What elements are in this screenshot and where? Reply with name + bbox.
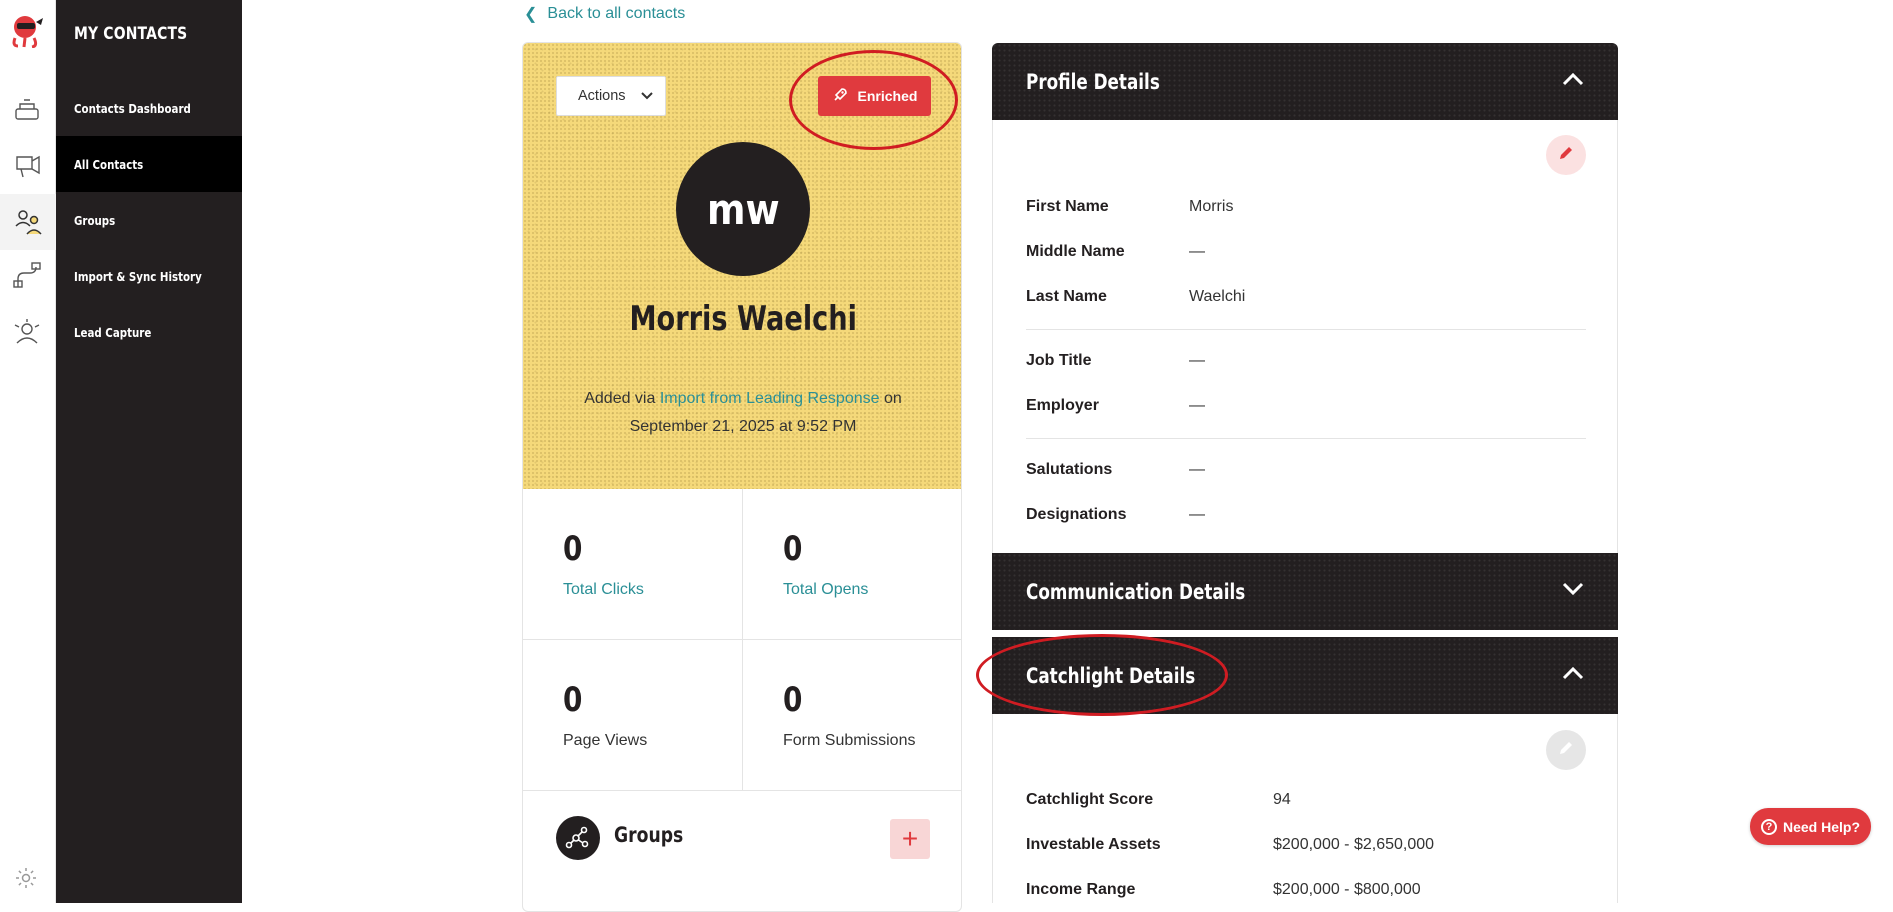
field-label: Investable Assets bbox=[1026, 836, 1161, 853]
stat-value: 0 bbox=[563, 680, 583, 720]
stat-label[interactable]: Total Clicks bbox=[563, 581, 644, 599]
panel-title: Profile Details bbox=[1026, 69, 1160, 94]
stat-total-opens: 0 Total Opens bbox=[743, 489, 961, 640]
contact-card: Actions Enriched mw Morris Waelchi Added… bbox=[522, 42, 962, 912]
added-date: September 21, 2025 at 9:52 PM bbox=[629, 418, 857, 435]
communication-details-header[interactable]: Communication Details bbox=[992, 553, 1618, 630]
groups-network-icon bbox=[556, 816, 600, 860]
field-label: Middle Name bbox=[1026, 243, 1125, 260]
megaphone-icon[interactable] bbox=[9, 148, 45, 184]
contact-name: Morris Waelchi bbox=[523, 299, 961, 339]
enriched-badge-button[interactable]: Enriched bbox=[818, 76, 931, 116]
chevron-up-icon bbox=[1562, 666, 1584, 685]
groups-title: Groups bbox=[614, 823, 699, 847]
field-label: Designations bbox=[1026, 506, 1127, 523]
contact-name-text: Morris Waelchi bbox=[629, 299, 857, 339]
back-to-contacts-link[interactable]: ❮ Back to all contacts bbox=[524, 4, 685, 24]
contacts-sidebar: MY CONTACTS Contacts Dashboard All Conta… bbox=[56, 0, 242, 903]
field-value: 94 bbox=[1273, 791, 1291, 808]
profile-details-header[interactable]: Profile Details bbox=[992, 43, 1618, 120]
profile-details-body: First Name Morris Middle Name — Last Name W… bbox=[992, 120, 1618, 553]
chevron-up-icon bbox=[1562, 72, 1584, 91]
sidebar-item-contacts-dashboard[interactable]: Contacts Dashboard bbox=[56, 80, 242, 136]
panel-title: Catchlight Details bbox=[1026, 663, 1196, 688]
field-value: — bbox=[1189, 506, 1205, 523]
sidebar-item-groups[interactable]: Groups bbox=[56, 192, 242, 248]
need-help-button[interactable]: ? Need Help? bbox=[1750, 808, 1871, 845]
actions-dropdown[interactable]: Actions bbox=[556, 76, 666, 116]
sidebar-title: MY CONTACTS bbox=[74, 24, 188, 44]
sidebar-item-lead-capture[interactable]: Lead Capture bbox=[56, 304, 242, 360]
icon-rail bbox=[0, 0, 56, 903]
panel-title: Communication Details bbox=[1026, 579, 1246, 604]
enriched-label: Enriched bbox=[857, 88, 918, 104]
sidebar-item-label: Import & Sync History bbox=[74, 268, 202, 284]
field-label: Job Title bbox=[1026, 352, 1092, 369]
add-group-button[interactable]: + bbox=[890, 819, 930, 859]
added-prefix: Added via bbox=[584, 390, 656, 407]
lead-capture-icon[interactable] bbox=[9, 314, 45, 350]
field-label: Catchlight Score bbox=[1026, 791, 1154, 808]
sidebar-item-import-sync-history[interactable]: Import & Sync History bbox=[56, 248, 242, 304]
avatar: mw bbox=[676, 142, 810, 276]
stat-value: 0 bbox=[783, 680, 803, 720]
field-label: Income Range bbox=[1026, 881, 1136, 898]
import-source-link[interactable]: Import from Leading Response bbox=[660, 390, 880, 407]
sidebar-item-all-contacts[interactable]: All Contacts bbox=[56, 136, 242, 192]
added-via-text: Added via Import from Leading Response o… bbox=[563, 385, 923, 441]
chevron-down-icon bbox=[641, 88, 653, 104]
ninja-logo-icon[interactable] bbox=[10, 14, 44, 49]
groups-title-text: Groups bbox=[614, 823, 684, 847]
groups-section: Groups + bbox=[523, 743, 961, 860]
field-value: — bbox=[1189, 397, 1205, 414]
sidebar-item-label: Contacts Dashboard bbox=[74, 100, 191, 116]
edit-catchlight-button[interactable] bbox=[1546, 730, 1586, 770]
edit-profile-button[interactable] bbox=[1546, 135, 1586, 175]
field-value: $200,000 - $800,000 bbox=[1273, 881, 1421, 898]
added-suffix: on bbox=[883, 390, 902, 407]
field-value: Morris bbox=[1189, 198, 1234, 215]
pencil-icon bbox=[1558, 740, 1574, 761]
settings-gear-icon[interactable] bbox=[14, 866, 38, 890]
field-value: — bbox=[1189, 243, 1205, 260]
field-label: Salutations bbox=[1026, 461, 1113, 478]
field-label: Last Name bbox=[1026, 288, 1107, 305]
need-help-label: Need Help? bbox=[1782, 818, 1860, 835]
stat-total-clicks: 0 Total Clicks bbox=[523, 489, 743, 640]
dashboard-icon[interactable] bbox=[9, 92, 45, 128]
divider bbox=[1026, 329, 1586, 330]
stat-value: 0 bbox=[783, 529, 803, 569]
stat-label[interactable]: Total Opens bbox=[783, 581, 868, 599]
divider bbox=[1026, 438, 1586, 439]
rocket-icon bbox=[832, 87, 848, 106]
chevron-left-icon: ❮ bbox=[524, 6, 538, 23]
chevron-down-icon bbox=[1562, 582, 1584, 601]
groups-people-icon[interactable] bbox=[0, 194, 56, 250]
question-icon: ? bbox=[1760, 818, 1777, 835]
sidebar-item-label: Lead Capture bbox=[74, 324, 152, 340]
catchlight-details-body: Catchlight Score 94 Investable Assets $200… bbox=[992, 714, 1618, 903]
sidebar-item-label: All Contacts bbox=[74, 156, 144, 172]
catchlight-details-header[interactable]: Catchlight Details bbox=[992, 637, 1618, 714]
sync-plug-icon[interactable] bbox=[9, 258, 45, 294]
field-value: — bbox=[1189, 352, 1205, 369]
avatar-initials: mw bbox=[706, 184, 780, 234]
sidebar-item-label: Groups bbox=[74, 212, 116, 228]
field-label: First Name bbox=[1026, 198, 1109, 215]
pencil-icon bbox=[1558, 145, 1574, 166]
field-value: — bbox=[1189, 461, 1205, 478]
field-value: Waelchi bbox=[1189, 288, 1246, 305]
field-label: Employer bbox=[1026, 397, 1099, 414]
field-value: $200,000 - $2,650,000 bbox=[1273, 836, 1435, 853]
actions-label: Actions bbox=[578, 88, 626, 104]
stat-value: 0 bbox=[563, 529, 583, 569]
contact-hero: Actions Enriched mw Morris Waelchi Added… bbox=[523, 43, 961, 489]
back-link-label: Back to all contacts bbox=[547, 5, 686, 22]
